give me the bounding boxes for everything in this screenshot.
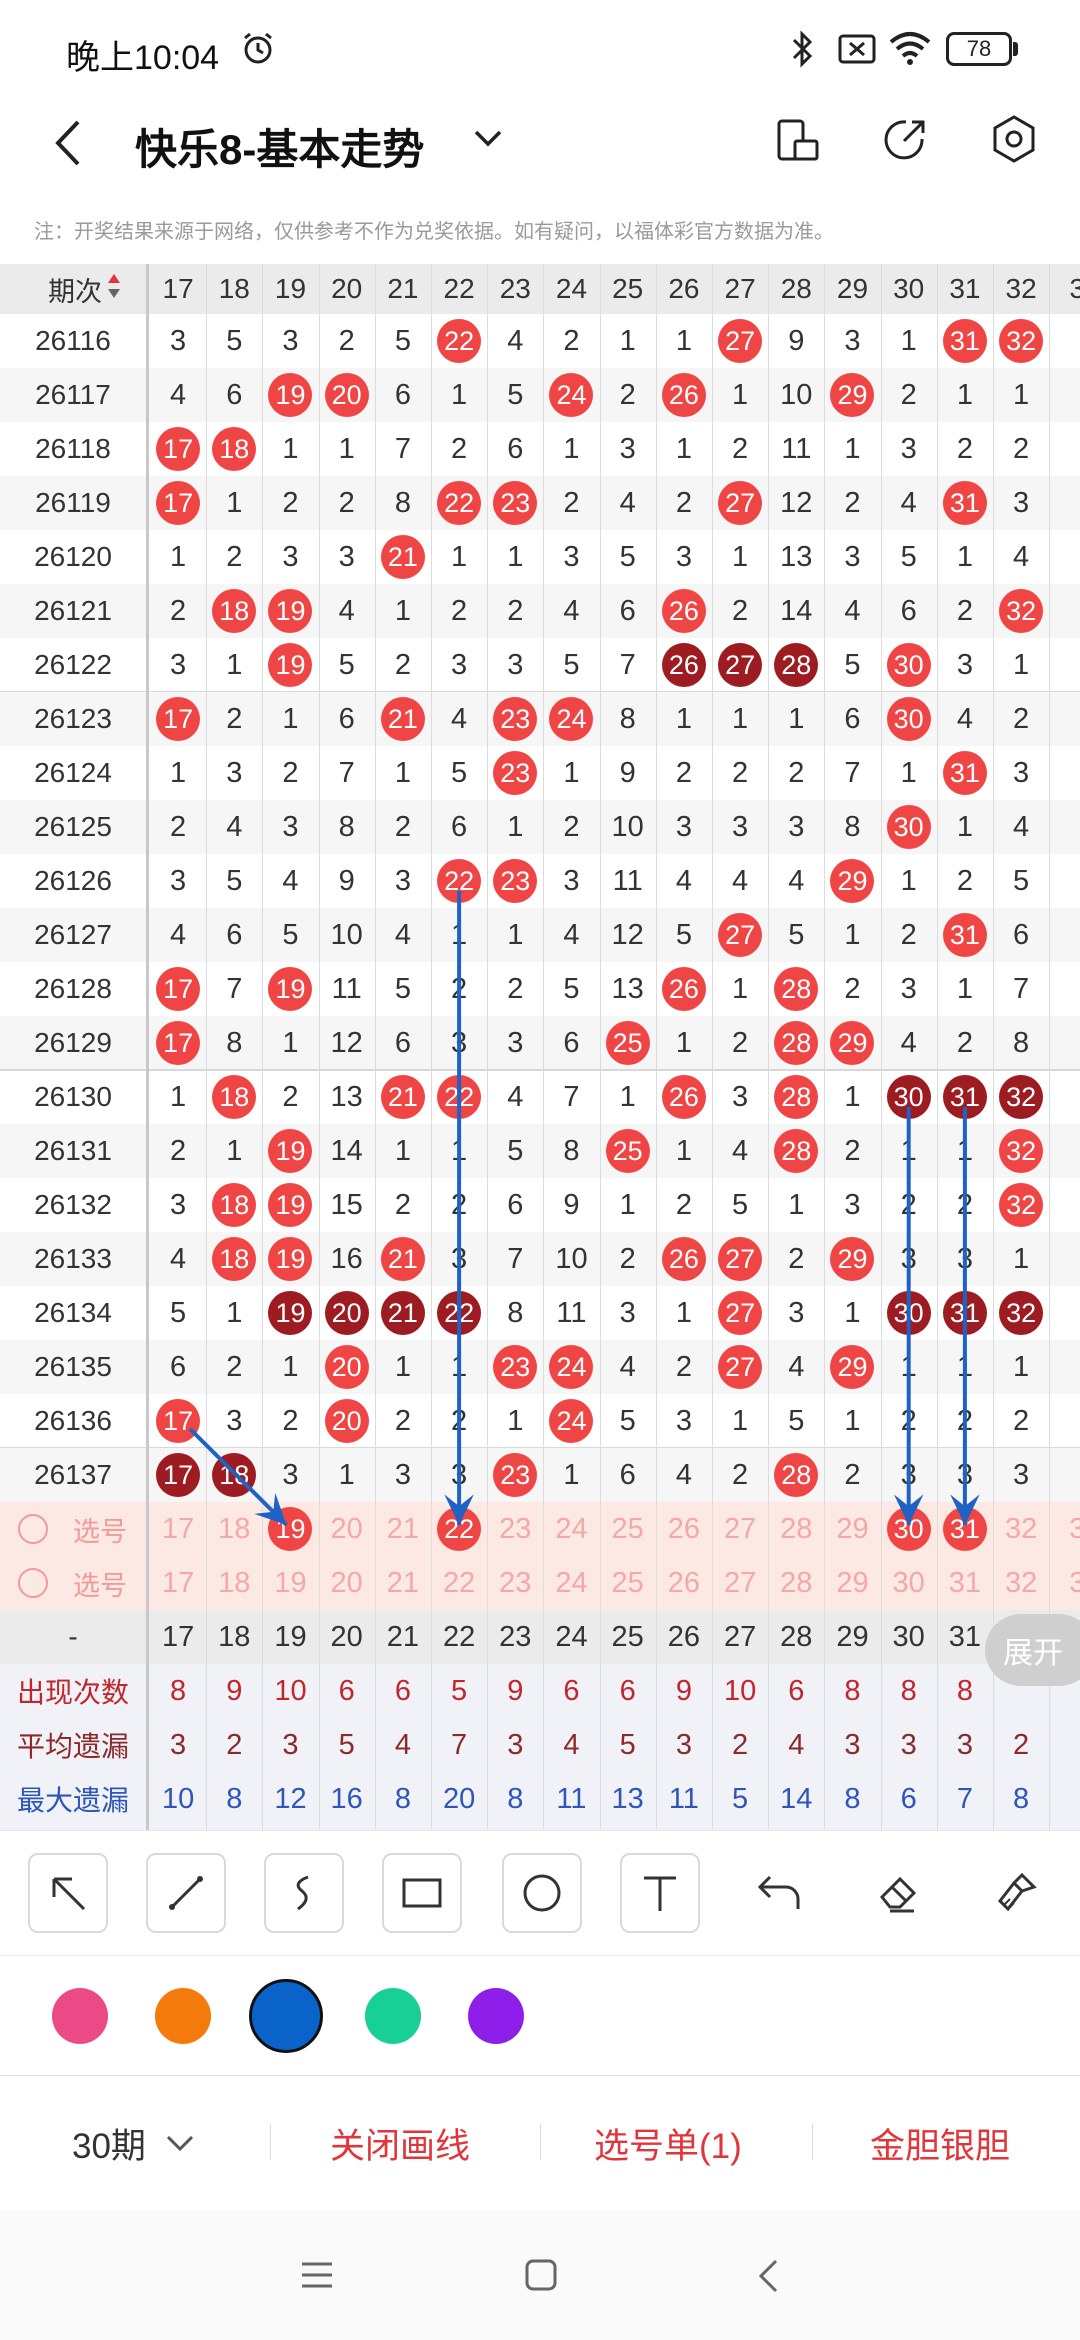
- color-swatch[interactable]: [155, 1988, 211, 2044]
- drawn-arrows-layer: [188, 891, 980, 1527]
- period-dropdown-icon[interactable]: [165, 2134, 195, 2152]
- status-time: 晚上10:04: [66, 39, 220, 77]
- disclaimer-notice: 注：开奖结果来源于网络，仅供参考不作为兑奖依据。如有疑问，以福体彩官方数据为准。: [34, 221, 834, 243]
- divider: [540, 2124, 541, 2160]
- menu-icon[interactable]: [300, 2260, 334, 2290]
- arrow-tool-icon[interactable]: [28, 1853, 108, 1933]
- battery-tip: [1013, 42, 1018, 56]
- bluetooth-icon: [792, 30, 813, 68]
- close-drawing-button[interactable]: 关闭画线: [330, 2118, 470, 2169]
- clear-brush-icon[interactable]: [976, 1853, 1056, 1933]
- alarm-icon: [244, 32, 272, 64]
- wifi-icon: [889, 32, 931, 65]
- color-swatch-selected[interactable]: [249, 1979, 323, 2053]
- color-swatch[interactable]: [365, 1988, 421, 2044]
- gold-silver-button[interactable]: 金胆银胆: [870, 2118, 1010, 2169]
- sim-off-icon: [838, 34, 876, 64]
- expand-button[interactable]: 展开: [985, 1614, 1080, 1686]
- rectangle-tool-icon[interactable]: [382, 1853, 462, 1933]
- eraser-icon[interactable]: [858, 1853, 938, 1933]
- divider: [270, 2124, 271, 2160]
- selection-list-button[interactable]: 选号单(1): [594, 2118, 742, 2169]
- battery-level: 78: [966, 36, 992, 61]
- status-bar: 晚上10:04 78: [0, 0, 1080, 100]
- line-tool-icon[interactable]: [146, 1853, 226, 1933]
- title-dropdown-icon[interactable]: [473, 128, 503, 148]
- circle-tool-icon[interactable]: [502, 1853, 582, 1933]
- bottom-action-bar: 30期 关闭画线 选号单(1) 金胆银胆: [0, 2075, 1080, 2212]
- undo-icon[interactable]: [740, 1853, 820, 1933]
- expand-label: 展开: [1003, 1637, 1063, 1670]
- drawn-arrow-line: [188, 1427, 288, 1527]
- screen-rotate-icon[interactable]: [775, 117, 821, 163]
- drawing-toolbar: [0, 1830, 1080, 1953]
- curve-tool-icon[interactable]: [264, 1853, 344, 1933]
- settings-icon[interactable]: [990, 114, 1038, 164]
- back-icon[interactable]: [756, 2258, 780, 2294]
- battery-icon: 78: [946, 32, 1012, 66]
- back-chevron-icon[interactable]: [50, 118, 84, 168]
- period-select[interactable]: 30期: [72, 2118, 146, 2169]
- color-swatch[interactable]: [52, 1988, 108, 2044]
- system-nav-bar: [0, 2210, 1080, 2340]
- color-swatch[interactable]: [468, 1988, 524, 2044]
- home-icon[interactable]: [524, 2258, 558, 2292]
- page-title[interactable]: 快乐8-基本走势: [135, 116, 424, 177]
- text-tool-icon[interactable]: [620, 1853, 700, 1933]
- share-icon[interactable]: [882, 117, 928, 163]
- divider: [812, 2124, 813, 2160]
- trend-grid: 期次 17 18 19 20 21 22 23 24 25 26 27 28 29 30 31 32 3 26116…: [0, 264, 1080, 1830]
- color-palette: [0, 1955, 1080, 2076]
